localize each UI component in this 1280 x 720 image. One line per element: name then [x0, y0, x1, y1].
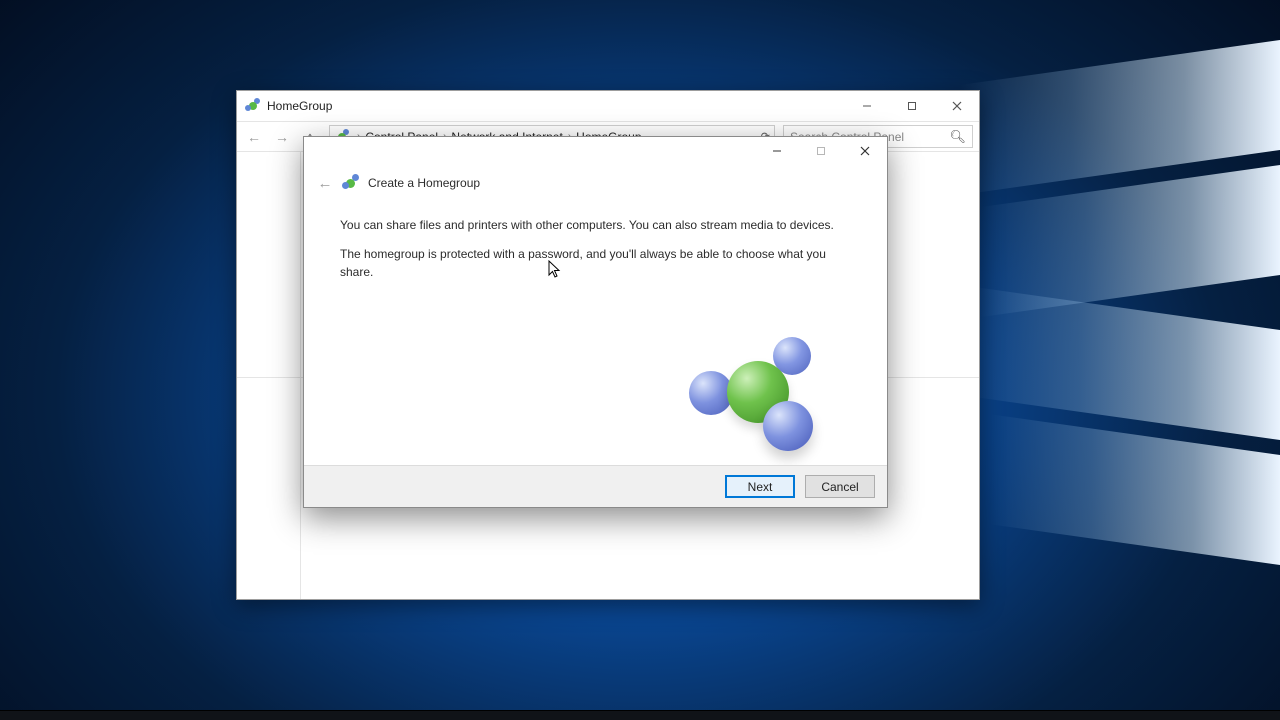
dialog-close-button[interactable] [843, 137, 887, 165]
nav-forward-button[interactable]: → [271, 126, 293, 148]
window-close-button[interactable] [934, 91, 979, 121]
dialog-description-line1: You can share files and printers with ot… [340, 217, 851, 234]
dialog-title: Create a Homegroup [368, 176, 480, 190]
dialog-body: You can share files and printers with ot… [304, 203, 887, 465]
dialog-maximize-button[interactable] [799, 137, 843, 165]
homegroup-dialog-icon [342, 174, 360, 192]
homegroup-illustration [677, 327, 837, 457]
dialog-back-button[interactable]: ← [314, 175, 336, 192]
homegroup-app-icon [245, 98, 261, 114]
nav-back-button[interactable]: ← [243, 126, 265, 148]
taskbar[interactable] [0, 710, 1280, 720]
create-homegroup-dialog: ← Create a Homegroup You can share files… [303, 136, 888, 508]
dialog-description-line2: The homegroup is protected with a passwo… [340, 246, 851, 281]
dialog-header: ← Create a Homegroup [304, 165, 887, 201]
cancel-button[interactable]: Cancel [805, 475, 875, 498]
window-titlebar[interactable]: HomeGroup [237, 91, 979, 121]
next-button[interactable]: Next [725, 475, 795, 498]
window-title: HomeGroup [267, 99, 332, 113]
search-icon: 🔍︎ [949, 129, 966, 145]
window-minimize-button[interactable] [844, 91, 889, 121]
dialog-titlebar[interactable] [304, 137, 887, 165]
dialog-footer: Next Cancel [304, 465, 887, 507]
dialog-minimize-button[interactable] [755, 137, 799, 165]
window-maximize-button[interactable] [889, 91, 934, 121]
